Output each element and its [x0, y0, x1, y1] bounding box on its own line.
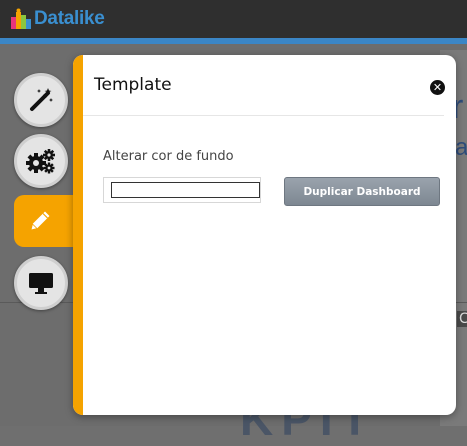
background-color-label: Alterar cor de fundo [103, 149, 234, 164]
top-bar: Datalike [0, 0, 467, 38]
logo-icon [10, 8, 32, 30]
tab-wizard[interactable] [14, 73, 68, 127]
background-text: a [455, 134, 467, 161]
tab-settings[interactable] [14, 134, 68, 188]
background-text: C [457, 311, 467, 327]
template-modal: Template ✕ Alterar cor de fundo Duplicar… [73, 55, 456, 415]
modal-divider [83, 115, 444, 116]
logo[interactable]: Datalike [10, 6, 105, 32]
monitor-icon [27, 270, 55, 296]
modal-accent-bar [73, 55, 83, 415]
pencil-icon [30, 208, 53, 234]
background-color-input[interactable] [111, 182, 260, 198]
close-icon[interactable]: ✕ [430, 80, 445, 95]
gears-icon [26, 148, 56, 174]
modal-title: Template [94, 75, 172, 95]
tab-display[interactable] [14, 256, 68, 310]
tab-edit[interactable] [14, 195, 80, 247]
duplicate-dashboard-button[interactable]: Duplicar Dashboard [284, 177, 440, 206]
background-color-picker[interactable] [103, 177, 261, 203]
magic-wand-icon [28, 87, 54, 113]
brand-name: Datalike [34, 8, 105, 29]
